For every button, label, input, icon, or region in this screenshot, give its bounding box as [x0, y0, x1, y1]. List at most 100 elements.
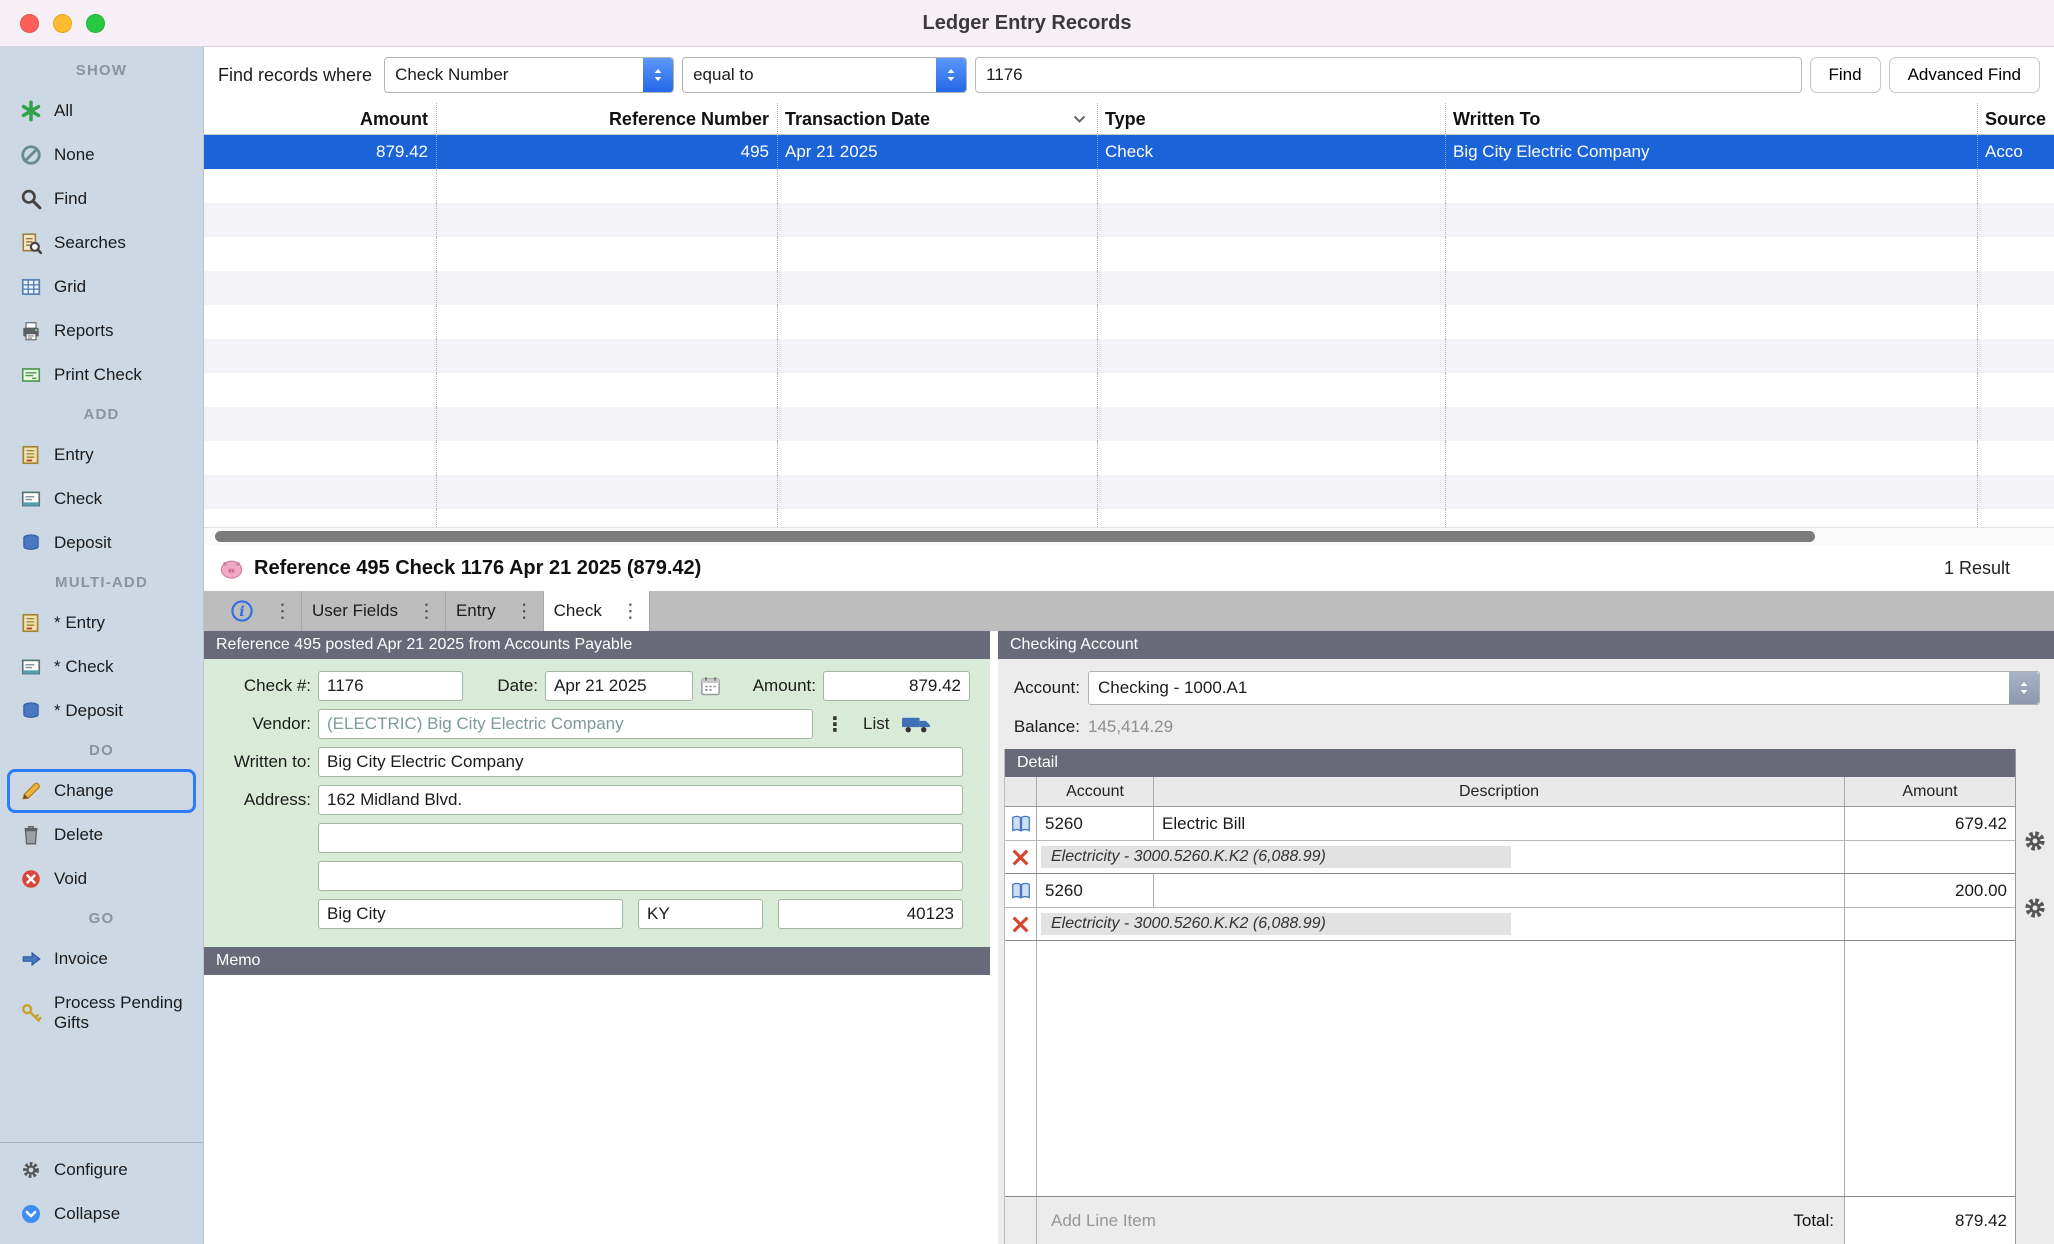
dropdown-arrows-icon	[643, 58, 673, 92]
sidebar-item-multi-entry[interactable]: * Entry	[0, 601, 203, 645]
amount-input[interactable]	[823, 671, 970, 701]
vendor-input[interactable]	[318, 709, 813, 739]
column-header-reference-number[interactable]: Reference Number	[437, 103, 778, 134]
sidebar-item-grid[interactable]: Grid	[0, 265, 203, 309]
info-tab[interactable]: i	[220, 591, 264, 631]
sidebar-item-multi-check[interactable]: * Check	[0, 645, 203, 689]
state-input[interactable]	[638, 899, 763, 929]
search-field-select[interactable]: Check Number	[384, 57, 674, 93]
tab-menu-handle[interactable]: ⋮	[612, 591, 650, 631]
sidebar-item-print-check[interactable]: Print Check	[0, 353, 203, 397]
address-line2-input[interactable]	[318, 823, 963, 853]
line-gear-icon[interactable]	[2022, 895, 2048, 926]
written-to-input[interactable]	[318, 747, 963, 777]
check-panel: Reference 495 posted Apr 21 2025 from Ac…	[204, 631, 990, 1244]
sidebar-item-configure[interactable]: Configure	[0, 1148, 203, 1192]
sidebar-item-invoice[interactable]: Invoice	[0, 937, 203, 981]
sidebar-item-reports[interactable]: Reports	[0, 309, 203, 353]
checking-account-header: Checking Account	[998, 631, 2054, 659]
sidebar-item-searches[interactable]: Searches	[0, 221, 203, 265]
column-header-amount[interactable]: Amount	[204, 103, 437, 134]
gear-icon	[20, 1159, 42, 1181]
tab-menu-handle[interactable]: ⋮	[506, 591, 544, 631]
sidebar-item-label: Find	[54, 189, 87, 209]
ledger-entry-icon	[20, 444, 42, 466]
minimize-window-button[interactable]	[53, 14, 72, 33]
dropdown-arrows-icon	[936, 58, 966, 92]
search-value-input[interactable]	[975, 57, 1801, 93]
results-header-row: Amount Reference Number Transaction Date…	[204, 103, 2054, 135]
column-header-written-to[interactable]: Written To	[1446, 103, 1978, 134]
column-header-source[interactable]: Source	[1978, 103, 2054, 134]
tab-user-fields[interactable]: User Fields	[302, 591, 408, 631]
result-row-selected[interactable]: 879.42 495 Apr 21 2025 Check Big City El…	[204, 135, 2054, 169]
detail-header: Detail	[1005, 749, 2015, 777]
address-line3-input[interactable]	[318, 861, 963, 891]
allocation-account-link[interactable]: Electricity - 3000.5260.K.K2 (6,088.99)	[1041, 846, 1511, 868]
truck-icon[interactable]	[901, 713, 932, 735]
column-header-transaction-date[interactable]: Transaction Date	[778, 103, 1098, 134]
sidebar-item-void[interactable]: Void	[0, 857, 203, 901]
tab-menu-handle[interactable]: ⋮	[408, 591, 446, 631]
check-number-input[interactable]	[318, 671, 463, 701]
advanced-find-button[interactable]: Advanced Find	[1889, 57, 2040, 93]
line-description-input[interactable]: Electric Bill	[1154, 807, 1845, 840]
vendor-list-button[interactable]: List	[863, 714, 889, 734]
empty-row	[204, 441, 2054, 475]
sidebar-item-all[interactable]: All	[0, 89, 203, 133]
remove-line-button[interactable]	[1005, 908, 1037, 940]
empty-row	[204, 509, 2054, 527]
line-description-input[interactable]	[1154, 874, 1845, 907]
tab-menu-handle[interactable]: ⋮	[264, 591, 302, 631]
info-icon: i	[230, 599, 254, 623]
amount-label: Amount:	[722, 676, 823, 696]
line-account-input[interactable]: 5260	[1037, 807, 1154, 840]
account-select[interactable]: Checking - 1000.A1	[1088, 671, 2040, 705]
zip-input[interactable]	[778, 899, 963, 929]
tab-check-selected[interactable]: Check	[544, 591, 612, 631]
line-gear-icon[interactable]	[2022, 828, 2048, 859]
add-line-item-button[interactable]: Add Line Item	[1037, 1211, 1156, 1231]
balance-label: Balance:	[1008, 717, 1088, 737]
print-check-icon	[20, 364, 42, 386]
sidebar-item-entry[interactable]: Entry	[0, 433, 203, 477]
sidebar-item-deposit[interactable]: Deposit	[0, 521, 203, 565]
zoom-window-button[interactable]	[86, 14, 105, 33]
traffic-lights	[20, 0, 105, 46]
date-input[interactable]	[545, 671, 693, 701]
sidebar-item-label: Entry	[54, 445, 94, 465]
detail-area: Reference 495 posted Apr 21 2025 from Ac…	[204, 631, 2054, 1244]
sidebar-item-find[interactable]: Find	[0, 177, 203, 221]
sidebar-item-change[interactable]: Change	[7, 769, 196, 813]
line-amount-input[interactable]: 200.00	[1845, 874, 2015, 907]
remove-line-button[interactable]	[1005, 841, 1037, 873]
scrollbar-thumb[interactable]	[215, 531, 1815, 542]
search-operator-select[interactable]: equal to	[682, 57, 967, 93]
calendar-button[interactable]	[699, 675, 722, 698]
close-window-button[interactable]	[20, 14, 39, 33]
empty-row	[204, 407, 2054, 441]
ledger-lookup-button[interactable]	[1005, 874, 1037, 907]
sidebar-item-check[interactable]: Check	[0, 477, 203, 521]
date-label: Date:	[463, 676, 545, 696]
address-line1-input[interactable]	[318, 785, 963, 815]
memo-area[interactable]	[204, 975, 990, 1244]
ledger-lookup-button[interactable]	[1005, 807, 1037, 840]
sidebar-item-collapse[interactable]: Collapse	[0, 1192, 203, 1236]
sidebar-item-none[interactable]: None	[0, 133, 203, 177]
find-bar: Find records where Check Number equal to…	[204, 47, 2054, 103]
vendor-menu-handle[interactable]: ⋮	[825, 712, 845, 737]
find-button[interactable]: Find	[1810, 57, 1881, 93]
sidebar-item-multi-deposit[interactable]: * Deposit	[0, 689, 203, 733]
line-amount-input[interactable]: 679.42	[1845, 807, 2015, 840]
tab-entry[interactable]: Entry	[446, 591, 506, 631]
city-input[interactable]	[318, 899, 623, 929]
sidebar-item-delete[interactable]: Delete	[0, 813, 203, 857]
horizontal-scrollbar[interactable]	[204, 527, 2054, 545]
sidebar-item-label: Process Pending Gifts	[54, 993, 203, 1032]
allocation-account-link[interactable]: Electricity - 3000.5260.K.K2 (6,088.99)	[1041, 913, 1511, 935]
sidebar-item-process-pending-gifts[interactable]: Process Pending Gifts	[0, 981, 203, 1045]
column-header-type[interactable]: Type	[1098, 103, 1446, 134]
check-form: Check #: Date: Amount: Vendor: ⋮ List	[204, 659, 990, 947]
line-account-input[interactable]: 5260	[1037, 874, 1154, 907]
